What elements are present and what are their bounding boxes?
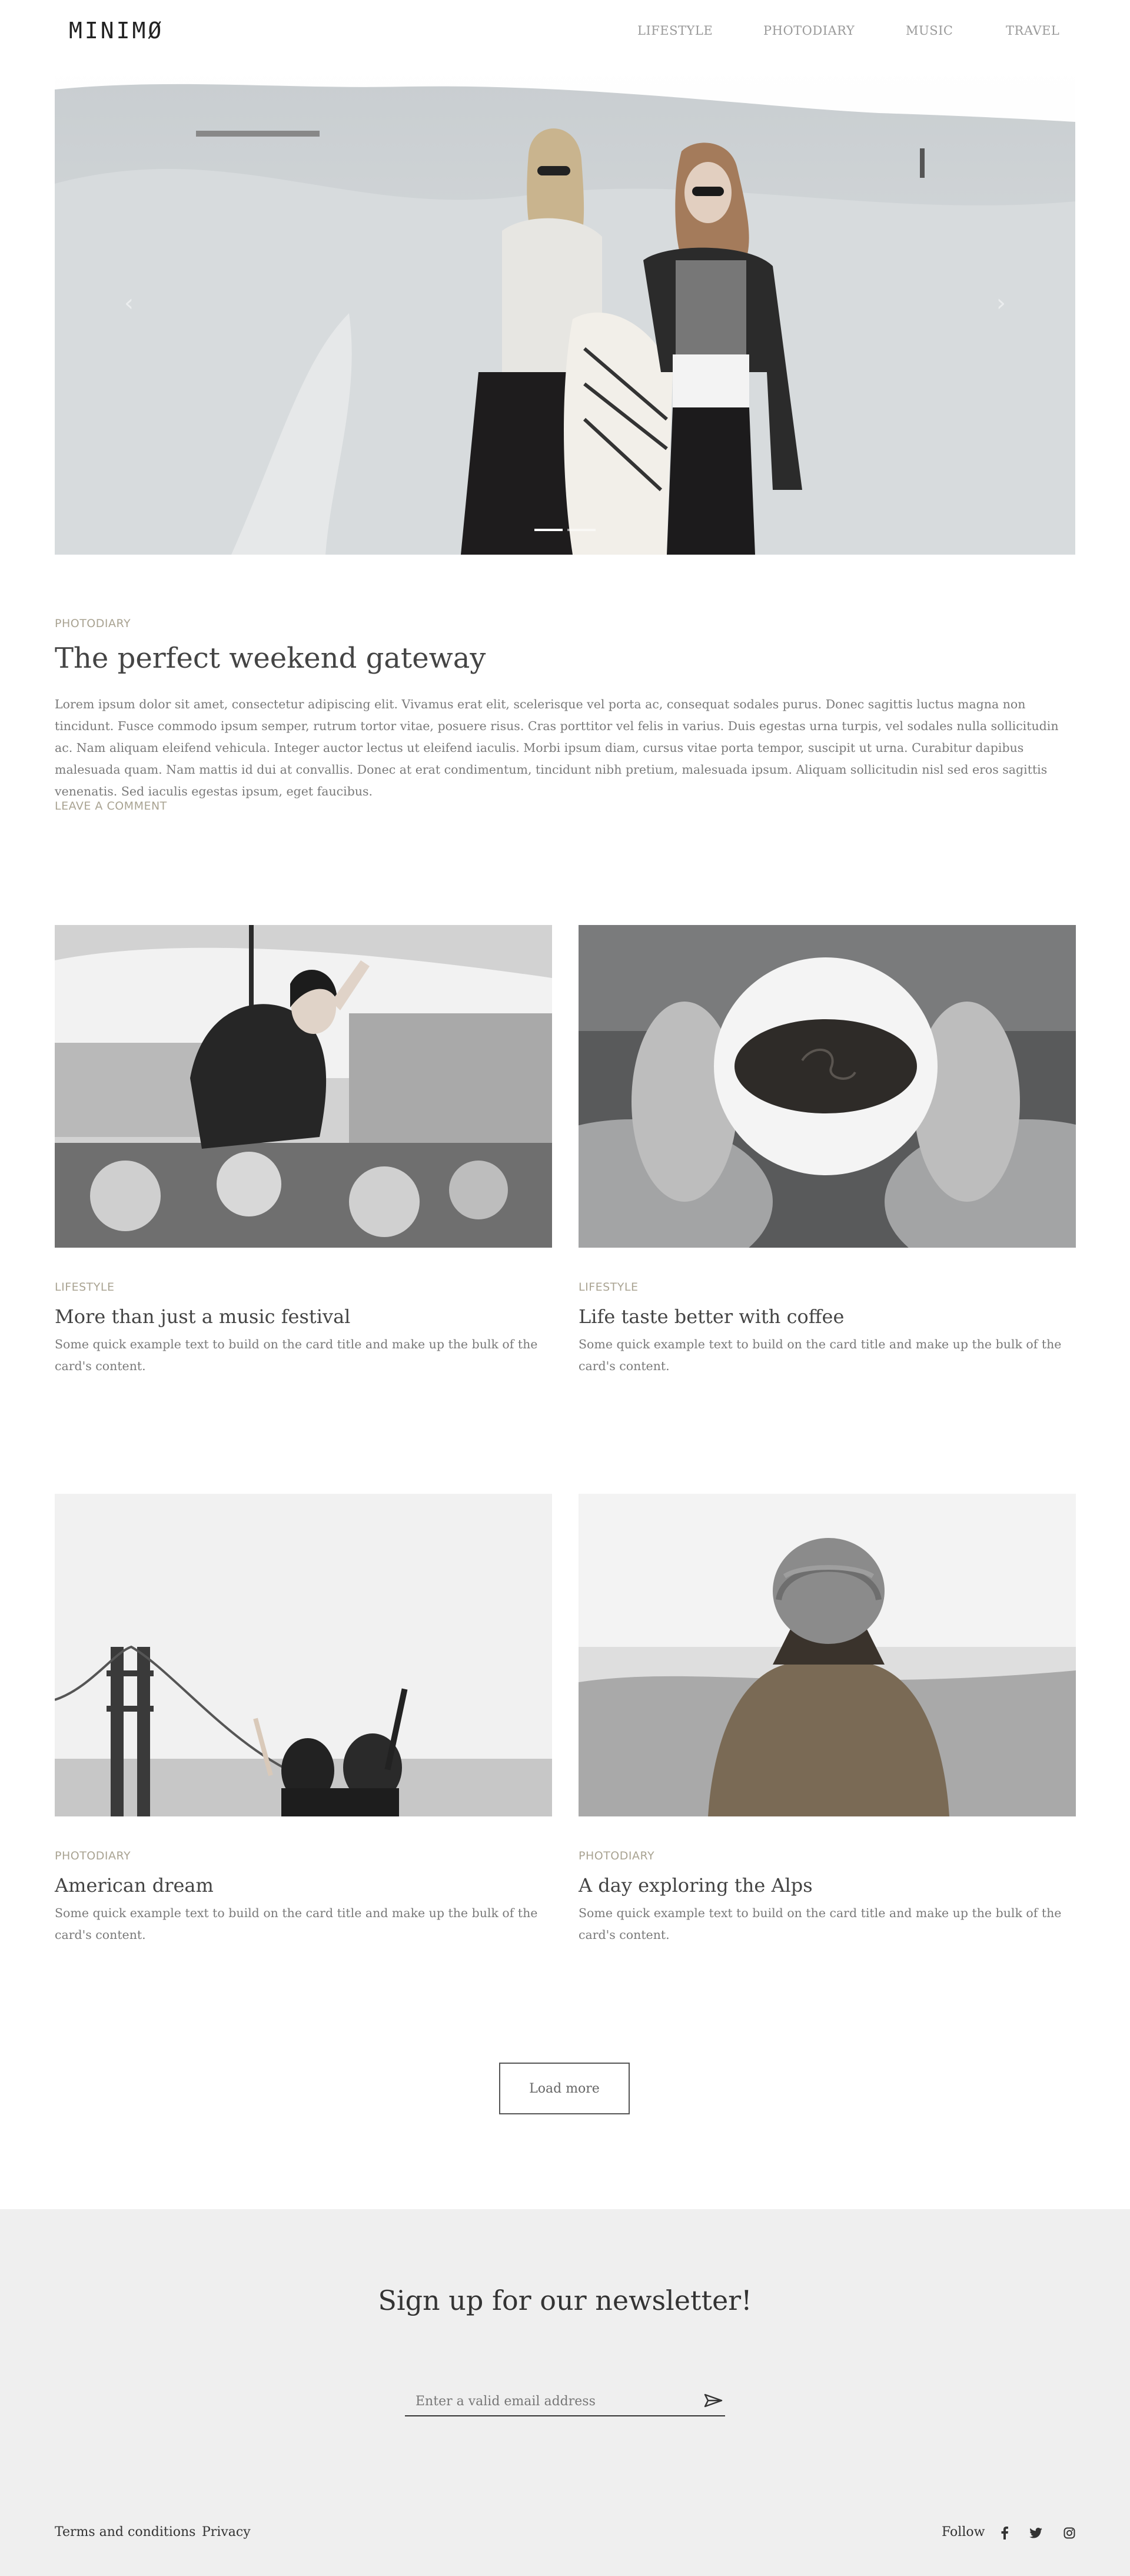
newsletter-section: Sign up for our newsletter! [0,2209,1130,2576]
card-image[interactable] [55,925,552,1248]
newsletter-form [405,2387,725,2416]
nav-item-lifestyle[interactable]: LIFESTYLE [637,24,713,38]
twitter-icon[interactable] [1029,2526,1043,2540]
card-title[interactable]: Life taste better with coffee [579,1305,1076,1328]
post-card[interactable]: PHOTODIARY A day exploring the Alps Some… [579,1494,1076,1946]
post-card[interactable]: LIFESTYLE More than just a music festiva… [55,925,552,1377]
hero-carousel[interactable]: ‹ › [55,66,1075,555]
card-title[interactable]: A day exploring the Alps [579,1874,1076,1897]
privacy-link[interactable]: Privacy [202,2525,251,2539]
card-text: Some quick example text to build on the … [579,1337,1062,1373]
site-header: MINIMØ LIFESTYLE PHOTODIARY MUSIC TRAVEL [0,0,1130,66]
card-category[interactable]: PHOTODIARY [579,1849,1076,1862]
follow-label: Follow [942,2525,985,2539]
terms-link[interactable]: Terms and conditions [55,2525,195,2539]
leave-comment-link[interactable]: LEAVE A COMMENT [55,800,167,813]
newsletter-title: Sign up for our newsletter! [378,2285,752,2316]
nav-item-travel[interactable]: TRAVEL [1006,24,1059,38]
carousel-next-icon[interactable]: › [996,290,1006,317]
featured-title[interactable]: The perfect weekend gateway [55,642,486,675]
featured-category[interactable]: PHOTODIARY [55,617,131,630]
carousel-prev-icon[interactable]: ‹ [124,290,134,317]
hero-image [55,66,1075,555]
featured-body: Lorem ipsum dolor sit amet, consectetur … [55,697,1059,798]
carousel-indicator[interactable] [567,529,596,531]
card-title[interactable]: More than just a music festival [55,1305,552,1328]
load-more-button[interactable]: Load more [499,2063,630,2114]
card-text: Some quick example text to build on the … [55,1337,538,1373]
carousel-indicators [55,529,1075,531]
card-image[interactable] [579,925,1076,1248]
send-button[interactable] [702,2391,725,2412]
carousel-indicator[interactable] [534,529,563,531]
card-text: Some quick example text to build on the … [579,1906,1062,1942]
nav-item-music[interactable]: MUSIC [906,24,953,38]
nav-item-photodiary[interactable]: PHOTODIARY [763,24,855,38]
email-field[interactable] [414,2391,687,2412]
card-text: Some quick example text to build on the … [55,1906,538,1942]
post-card[interactable]: LIFESTYLE Life taste better with coffee … [579,925,1076,1377]
card-category[interactable]: LIFESTYLE [55,1281,552,1294]
card-image[interactable] [55,1494,552,1816]
facebook-icon[interactable] [998,2526,1012,2540]
card-category[interactable]: PHOTODIARY [55,1849,552,1862]
instagram-icon[interactable] [1062,2526,1076,2540]
post-card[interactable]: PHOTODIARY American dream Some quick exa… [55,1494,552,1946]
paper-plane-icon [704,2393,723,2407]
card-image[interactable] [579,1494,1076,1816]
card-category[interactable]: LIFESTYLE [579,1281,1076,1294]
card-title[interactable]: American dream [55,1874,552,1897]
site-logo[interactable]: MINIMØ [69,18,164,44]
